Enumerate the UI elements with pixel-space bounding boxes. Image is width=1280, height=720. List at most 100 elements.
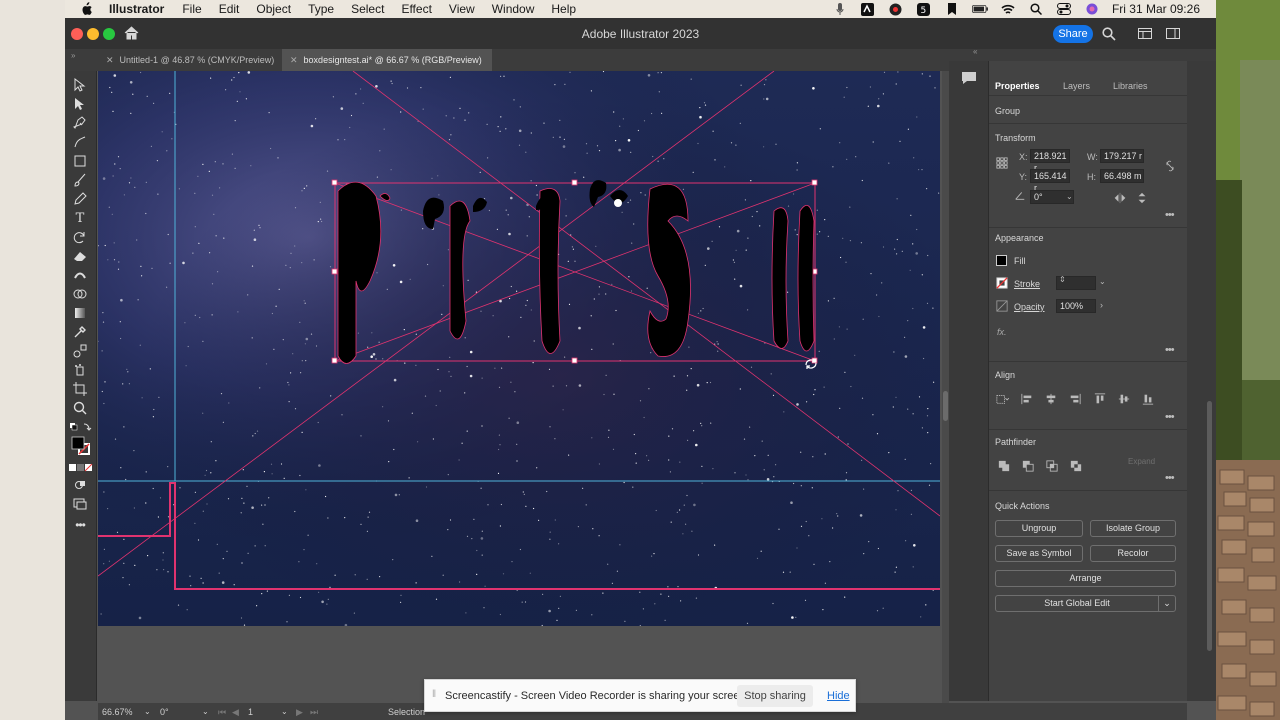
- panel-scrollbar[interactable]: [1187, 61, 1216, 701]
- warped-text-group[interactable]: [98, 71, 940, 626]
- draw-mode-icon[interactable]: [71, 477, 89, 493]
- ungroup-button[interactable]: Ungroup: [995, 520, 1083, 537]
- transform-more-options-icon[interactable]: •••: [1165, 209, 1175, 221]
- bookmark-icon[interactable]: [944, 3, 960, 15]
- appearance-more-options-icon[interactable]: •••: [1165, 344, 1175, 356]
- control-center-icon[interactable]: [1056, 3, 1072, 15]
- symbol-sprayer-tool-icon[interactable]: [71, 362, 89, 378]
- artboard-tool-icon[interactable]: [71, 381, 89, 397]
- default-swap-colors-icon[interactable]: [67, 419, 95, 435]
- align-bottom-icon[interactable]: [1141, 393, 1155, 405]
- arrange-button[interactable]: Arrange: [995, 570, 1176, 587]
- hide-link[interactable]: Hide: [827, 690, 850, 702]
- last-artboard-icon[interactable]: ⏭: [310, 707, 318, 718]
- chevron-down-icon[interactable]: ⌄: [1099, 277, 1106, 286]
- menu-file[interactable]: File: [182, 2, 201, 16]
- opacity-field[interactable]: 100%: [1056, 299, 1096, 313]
- app-menu-illustrator[interactable]: Illustrator: [109, 2, 164, 16]
- align-horizontal-center-icon[interactable]: [1044, 393, 1058, 405]
- blend-tool-icon[interactable]: [71, 343, 89, 359]
- shape-builder-tool-icon[interactable]: [71, 286, 89, 302]
- stop-sharing-button[interactable]: Stop sharing: [737, 685, 813, 707]
- chevron-right-icon[interactable]: ›: [1100, 300, 1103, 310]
- type-tool-icon[interactable]: T: [71, 210, 89, 226]
- canvas-area[interactable]: [98, 71, 942, 703]
- pencil-tool-icon[interactable]: [71, 191, 89, 207]
- fx-effects-icon[interactable]: fx.: [997, 327, 1007, 337]
- pathfinder-minus-front-icon[interactable]: [1021, 460, 1035, 472]
- eraser-tool-icon[interactable]: [71, 248, 89, 264]
- spotlight-search-icon[interactable]: [1028, 3, 1044, 15]
- menu-object[interactable]: Object: [256, 2, 291, 16]
- menu-type[interactable]: Type: [308, 2, 334, 16]
- curvature-tool-icon[interactable]: [71, 134, 89, 150]
- eyedropper-tool-icon[interactable]: [71, 324, 89, 340]
- menu-edit[interactable]: Edit: [219, 2, 240, 16]
- save-as-symbol-button[interactable]: Save as Symbol: [995, 545, 1083, 562]
- arrange-documents-icon[interactable]: [1138, 28, 1152, 39]
- align-right-icon[interactable]: [1068, 393, 1082, 405]
- screen-mode-icon[interactable]: [71, 496, 89, 512]
- creative-cloud-icon[interactable]: [860, 2, 876, 16]
- previous-artboard-icon[interactable]: ◀: [232, 707, 239, 718]
- fill-swatch[interactable]: [996, 255, 1007, 266]
- gradient-tool-icon[interactable]: [71, 305, 89, 321]
- rectangle-tool-icon[interactable]: [71, 153, 89, 169]
- current-tool-label[interactable]: Selection: [388, 707, 425, 717]
- align-left-icon[interactable]: [1020, 393, 1034, 405]
- workspace-switcher-icon[interactable]: [1166, 28, 1180, 39]
- constrain-proportions-icon[interactable]: [1163, 160, 1177, 172]
- pathfinder-unite-icon[interactable]: [997, 460, 1011, 472]
- edit-toolbar-more-icon[interactable]: •••: [71, 517, 89, 533]
- scrollbar-thumb[interactable]: [943, 391, 948, 421]
- next-artboard-icon[interactable]: ▶: [296, 707, 303, 718]
- menu-help[interactable]: Help: [551, 2, 576, 16]
- zoom-level-field[interactable]: 66.67%: [102, 707, 133, 717]
- tab-layers[interactable]: Layers: [1063, 81, 1090, 91]
- tab-libraries[interactable]: Libraries: [1113, 81, 1148, 91]
- chevron-down-icon[interactable]: ⌄: [1066, 192, 1073, 201]
- zoom-tool-icon[interactable]: [71, 400, 89, 416]
- flip-vertical-icon[interactable]: [1135, 192, 1149, 204]
- tab-untitled-1[interactable]: ✕ Untitled-1 @ 46.87 % (CMYK/Preview): [98, 49, 278, 71]
- pathfinder-more-options-icon[interactable]: •••: [1165, 472, 1175, 484]
- comments-icon[interactable]: [961, 71, 977, 85]
- menubar-clock[interactable]: Fri 31 Mar 09:26: [1112, 2, 1200, 16]
- stroke-swatch[interactable]: [995, 277, 1009, 289]
- siri-icon[interactable]: [1084, 3, 1100, 15]
- global-edit-options-dropdown[interactable]: ⌄: [1158, 595, 1176, 612]
- expand-button[interactable]: Expand: [1128, 457, 1155, 466]
- zoom-dropdown-icon[interactable]: ⌄: [144, 707, 151, 716]
- pen-tool-icon[interactable]: [71, 115, 89, 131]
- recolor-button[interactable]: Recolor: [1090, 545, 1176, 562]
- share-button[interactable]: Share: [1053, 25, 1093, 43]
- menu-window[interactable]: Window: [492, 2, 535, 16]
- direct-selection-tool-icon[interactable]: [71, 96, 89, 112]
- width-tool-icon[interactable]: [71, 267, 89, 283]
- align-more-options-icon[interactable]: •••: [1165, 411, 1175, 423]
- rotate-view-field[interactable]: 0°: [160, 707, 169, 717]
- close-tab-icon[interactable]: ✕: [106, 55, 114, 65]
- align-to-icon[interactable]: [995, 393, 1009, 405]
- selection-tool-icon[interactable]: [71, 77, 89, 93]
- collapse-toolbar-icon[interactable]: »: [71, 51, 75, 60]
- battery-icon[interactable]: [971, 3, 988, 15]
- tab-boxdesigntest[interactable]: ✕ boxdesigntest.ai* @ 66.67 % (RGB/Previe…: [282, 49, 492, 71]
- paintbrush-tool-icon[interactable]: [71, 172, 89, 188]
- script-icon[interactable]: 5: [916, 2, 932, 16]
- stroke-label[interactable]: Stroke: [1014, 279, 1040, 289]
- drag-handle-icon[interactable]: ‖: [432, 689, 436, 700]
- stepper-icon[interactable]: ⇕: [1059, 275, 1066, 284]
- isolate-group-button[interactable]: Isolate Group: [1090, 520, 1176, 537]
- panel-scrollbar-thumb[interactable]: [1207, 401, 1212, 651]
- start-global-edit-button[interactable]: Start Global Edit: [995, 595, 1159, 612]
- close-tab-icon[interactable]: ✕: [290, 55, 298, 65]
- reference-point-icon[interactable]: [995, 157, 1009, 169]
- fill-stroke-swatch-icon[interactable]: [67, 435, 95, 457]
- rotate-tool-icon[interactable]: [71, 229, 89, 245]
- menu-effect[interactable]: Effect: [401, 2, 431, 16]
- wifi-icon[interactable]: [1000, 3, 1016, 15]
- y-field[interactable]: 165.414 r: [1030, 169, 1070, 193]
- collapse-panels-icon[interactable]: «: [973, 47, 977, 56]
- apple-icon[interactable]: [79, 2, 93, 16]
